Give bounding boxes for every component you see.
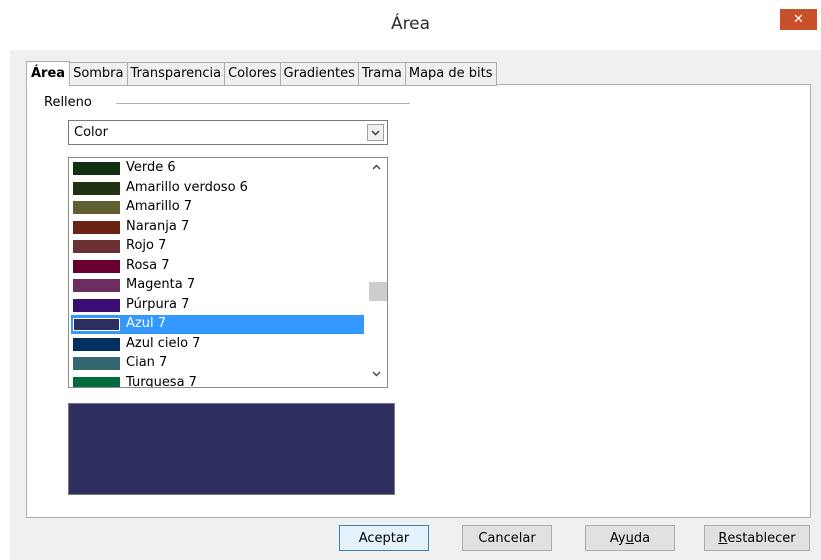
title-bar[interactable]: Área ✕ xyxy=(0,0,821,50)
fill-type-value: Color xyxy=(74,125,108,140)
tab-transparency[interactable]: Transparencia xyxy=(127,62,226,86)
list-item[interactable]: Púrpura 7 xyxy=(71,296,364,315)
color-name: Azul cielo 7 xyxy=(126,335,201,351)
color-name: Amarillo 7 xyxy=(126,199,193,214)
color-name: Amarillo verdoso 6 xyxy=(126,179,248,195)
color-name: Azul 7 xyxy=(126,316,166,331)
color-swatch xyxy=(73,162,120,175)
area-dialog: Área ✕ Área Sombra Transparencia Colores… xyxy=(0,0,821,560)
color-name: Naranja 7 xyxy=(126,218,190,234)
scroll-down-icon[interactable] xyxy=(368,369,384,383)
color-preview xyxy=(68,403,395,495)
help-label-a: Ay xyxy=(609,530,626,546)
color-name: Cian 7 xyxy=(126,355,168,370)
list-item[interactable]: Naranja 7 xyxy=(71,218,364,237)
color-swatch xyxy=(73,318,120,331)
tab-shadow[interactable]: Sombra xyxy=(70,62,128,86)
color-name: Turquesa 7 xyxy=(126,374,197,388)
list-item[interactable]: Verde 6 xyxy=(71,159,364,178)
reset-label: establecer xyxy=(727,530,796,546)
ok-button[interactable]: Aceptar xyxy=(339,525,429,551)
help-button[interactable]: Ay u da xyxy=(585,525,675,551)
color-list-scrollbar[interactable] xyxy=(365,158,387,387)
list-item[interactable]: Azul cielo 7 xyxy=(71,335,364,354)
color-swatch xyxy=(73,201,120,214)
scroll-thumb[interactable] xyxy=(369,282,387,301)
color-swatch xyxy=(73,357,120,370)
tab-area[interactable]: Área xyxy=(26,61,71,87)
list-item[interactable]: Azul 7 xyxy=(71,315,364,334)
fill-group-label: Relleno xyxy=(44,95,98,110)
fill-type-select[interactable]: Color xyxy=(68,120,388,145)
color-swatch xyxy=(73,240,120,253)
help-label-b: da xyxy=(633,530,651,546)
reset-mnemonic: R xyxy=(718,530,728,546)
list-item[interactable]: Rojo 7 xyxy=(71,237,364,256)
chevron-down-icon[interactable] xyxy=(367,124,384,141)
list-item[interactable]: Rosa 7 xyxy=(71,257,364,276)
color-swatch xyxy=(73,279,120,292)
list-item[interactable]: Magenta 7 xyxy=(71,276,364,295)
list-item[interactable]: Amarillo 7 xyxy=(71,198,364,217)
color-name: Rosa 7 xyxy=(126,257,170,273)
tab-bar: Área Sombra Transparencia Colores Gradie… xyxy=(26,61,497,87)
list-item[interactable]: Turquesa 7 xyxy=(71,374,364,388)
close-icon: ✕ xyxy=(793,12,804,27)
reset-button[interactable]: Restablecer xyxy=(704,525,810,551)
cancel-button[interactable]: Cancelar xyxy=(462,525,552,551)
color-swatch xyxy=(73,376,120,387)
color-list[interactable]: Verde 6 Amarillo verdoso 6 Amarillo 7 Naran… xyxy=(68,157,388,388)
color-swatch xyxy=(73,337,120,351)
color-name: Verde 6 xyxy=(126,160,176,175)
help-mnemonic: u xyxy=(625,530,634,546)
close-button[interactable]: ✕ xyxy=(780,9,817,30)
group-divider xyxy=(116,103,410,104)
list-item[interactable]: Cian 7 xyxy=(71,354,364,373)
color-swatch xyxy=(73,181,120,195)
tab-colors[interactable]: Colores xyxy=(225,62,281,86)
tab-gradients[interactable]: Gradientes xyxy=(280,62,359,86)
list-item[interactable]: Amarillo verdoso 6 xyxy=(71,179,364,198)
dialog-title: Área xyxy=(390,14,431,34)
tab-bitmap[interactable]: Mapa de bits xyxy=(405,62,497,86)
color-swatch xyxy=(73,298,120,312)
scroll-up-icon[interactable] xyxy=(368,162,384,176)
color-name: Púrpura 7 xyxy=(126,296,190,312)
color-swatch xyxy=(73,220,120,234)
color-name: Magenta 7 xyxy=(126,277,196,292)
color-swatch xyxy=(73,259,120,273)
color-name: Rojo 7 xyxy=(126,238,167,253)
tab-hatching[interactable]: Trama xyxy=(358,62,406,86)
window-edge xyxy=(0,50,10,560)
